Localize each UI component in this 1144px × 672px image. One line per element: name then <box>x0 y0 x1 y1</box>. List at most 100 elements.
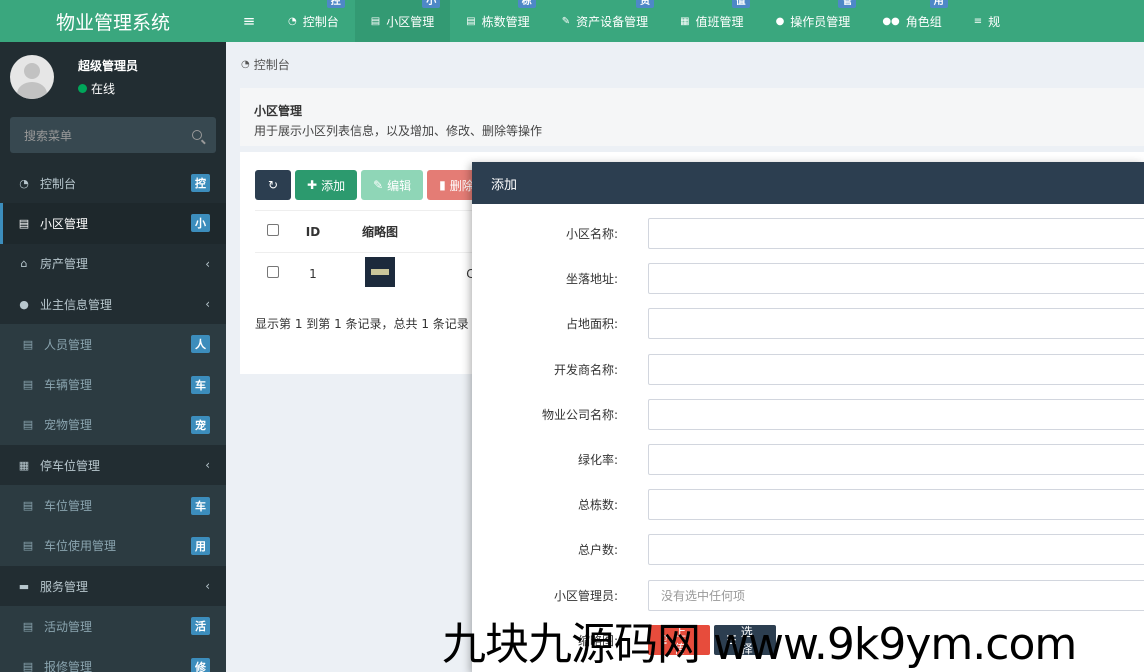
admin-select[interactable]: 没有选中任何项 <box>648 579 1144 611</box>
sidebar-item-community[interactable]: ▤ 小区管理 小 <box>0 203 226 244</box>
sidebar-item-parking-spaces[interactable]: ▤ 车位管理 车 <box>0 485 226 526</box>
tab-badge: 用 <box>929 0 948 8</box>
plus-icon: ✚ <box>307 178 318 192</box>
watermark-text: 九块九源码网 www.9k9ym.com <box>442 619 1077 670</box>
sidebar-item-dashboard[interactable]: ◔ 控制台 控 <box>0 163 226 203</box>
tab-buildings[interactable]: ▤ 栋数管理 栋 <box>450 0 545 42</box>
list-icon: ▤ <box>370 15 381 27</box>
sidebar-item-property[interactable]: ⌂ 房产管理 ‹ <box>0 244 226 284</box>
breadcrumb-item[interactable]: 控制台 <box>254 56 290 73</box>
field-label: 小区名称: <box>565 227 618 242</box>
sidebar-item-label: 车位使用管理 <box>44 539 117 554</box>
sidebar-item-label: 人员管理 <box>44 337 93 352</box>
app-logo[interactable]: 物业管理系统 <box>0 0 226 42</box>
form-row-green-rate: 绿化率: <box>472 437 1144 482</box>
green-rate-input[interactable] <box>648 444 1144 476</box>
sidebar-menu: ◔ 控制台 控 ▤ 小区管理 小 ⌂ 房产管理 ‹ ● 业主信息管理 ‹ ▤ 人… <box>0 163 226 672</box>
list-icon: ▤ <box>22 539 34 553</box>
area-input[interactable] <box>648 308 1144 340</box>
developer-input[interactable] <box>648 353 1144 385</box>
user-panel: 超级管理员 在线 <box>0 47 226 107</box>
column-header-id[interactable]: ID <box>291 210 335 253</box>
sidebar-badge: 小 <box>191 214 210 233</box>
sidebar-badge: 车 <box>191 496 210 515</box>
tab-label: 操作员管理 <box>790 14 851 29</box>
sidebar-item-personnel[interactable]: ▤ 人员管理 人 <box>0 324 226 365</box>
user-name: 超级管理员 <box>78 59 139 73</box>
row-thumbnail-cell <box>335 252 425 295</box>
menu-toggle-icon[interactable]: ≡ <box>226 12 272 30</box>
pencil-icon: ✎ <box>373 178 384 192</box>
trash-icon: ▮ <box>439 178 446 192</box>
refresh-button[interactable]: ↻ <box>255 170 291 200</box>
sidebar-item-parking-usage[interactable]: ▤ 车位使用管理 用 <box>0 525 226 566</box>
field-label: 小区管理员: <box>553 588 618 603</box>
row-checkbox[interactable] <box>267 266 279 279</box>
total-buildings-input[interactable] <box>648 489 1144 521</box>
sidebar-item-repairs[interactable]: ▤ 报修管理 修 <box>0 646 226 672</box>
address-input[interactable] <box>648 263 1144 295</box>
tab-assets[interactable]: ✎ 资产设备管理 资 <box>546 0 664 42</box>
dialog-title: 添加 <box>472 162 1144 204</box>
sidebar-badge: 活 <box>191 617 210 636</box>
user-icon: ● <box>775 15 785 27</box>
add-button-label: 添加 <box>321 178 346 193</box>
search-icon[interactable] <box>192 130 202 140</box>
sidebar-item-label: 控制台 <box>40 176 77 191</box>
sidebar-item-activities[interactable]: ▤ 活动管理 活 <box>0 606 226 647</box>
sidebar-badge: 修 <box>191 657 210 672</box>
table-row[interactable]: 1 CM <box>255 252 485 295</box>
sidebar: 物业管理系统 超级管理员 在线 搜索菜单 ◔ 控制台 控 ▤ 小区管理 小 ⌂ … <box>0 0 226 672</box>
total-households-input[interactable] <box>648 534 1144 566</box>
sidebar-item-pets[interactable]: ▤ 宠物管理 宠 <box>0 404 226 446</box>
table-header-row: ID 缩略图 <box>255 210 485 253</box>
row-id: 1 <box>291 252 335 295</box>
select-all-checkbox[interactable] <box>267 224 279 236</box>
sidebar-item-label: 停车位管理 <box>40 458 101 473</box>
tab-community[interactable]: ▤ 小区管理 小 <box>354 0 451 42</box>
column-header-thumbnail[interactable]: 缩略图 <box>335 210 425 253</box>
sidebar-item-services[interactable]: ▬ 服务管理 ‹ <box>0 566 226 606</box>
sidebar-item-parking[interactable]: ▦ 停车位管理 ‹ <box>0 445 226 485</box>
tab-badge: 管 <box>838 0 857 8</box>
list-icon: ▤ <box>22 337 34 351</box>
edit-button[interactable]: ✎ 编辑 <box>361 170 424 200</box>
search-input[interactable]: 搜索菜单 <box>10 117 216 153</box>
breadcrumb: ◔ 控制台 <box>226 42 1144 86</box>
property-company-input[interactable] <box>648 398 1144 430</box>
sidebar-item-label: 车辆管理 <box>44 378 93 393</box>
add-dialog: 添加 小区名称: 坐落地址: 占地面积: 开发商名称: 物业公司名称: 绿化率:… <box>472 162 1144 672</box>
sidebar-item-owner-info[interactable]: ● 业主信息管理 ‹ <box>0 284 226 324</box>
sidebar-badge: 车 <box>191 375 210 394</box>
list-icon: ▤ <box>22 418 34 432</box>
chevron-left-icon: ‹ <box>205 458 210 473</box>
add-button[interactable]: ✚ 添加 <box>295 170 358 200</box>
tab-operators[interactable]: ● 操作员管理 管 <box>760 0 867 42</box>
thumbnail-image[interactable] <box>365 257 395 288</box>
page-title: 小区管理 <box>254 104 303 118</box>
tab-badge: 控 <box>326 0 345 8</box>
user-status-label: 在线 <box>91 82 116 96</box>
tab-label: 值班管理 <box>695 14 744 29</box>
sidebar-item-label: 小区管理 <box>40 216 89 231</box>
tab-roles[interactable]: ●● 角色组 用 <box>866 0 957 42</box>
add-form: 小区名称: 坐落地址: 占地面积: 开发商名称: 物业公司名称: 绿化率: 总栋… <box>472 204 1144 663</box>
list-icon: ▤ <box>22 660 34 672</box>
top-nav: ≡ ◔ 控制台 控 ▤ 小区管理 小 ▤ 栋数管理 栋 ✎ 资产设备管理 资 ▦… <box>226 0 1144 42</box>
tab-dashboard[interactable]: ◔ 控制台 控 <box>272 0 355 42</box>
edit-button-label: 编辑 <box>387 178 412 193</box>
sidebar-item-vehicles[interactable]: ▤ 车辆管理 车 <box>0 364 226 405</box>
tab-duty[interactable]: ▦ 值班管理 值 <box>664 0 759 42</box>
sidebar-item-label: 业主信息管理 <box>40 297 113 312</box>
list-icon: ≡ <box>973 15 983 27</box>
tab-label: 栋数管理 <box>481 14 530 29</box>
form-row-property-company: 物业公司名称: <box>472 392 1144 437</box>
tab-badge: 值 <box>731 0 750 8</box>
tab-rules[interactable]: ≡ 规 <box>958 0 1016 42</box>
sidebar-badge: 控 <box>191 174 210 193</box>
tab-label: 规 <box>988 14 1001 29</box>
online-status-icon <box>78 84 87 93</box>
community-name-input[interactable] <box>648 218 1144 250</box>
list-icon: ▤ <box>18 216 30 230</box>
dashboard-icon: ◔ <box>241 58 250 70</box>
